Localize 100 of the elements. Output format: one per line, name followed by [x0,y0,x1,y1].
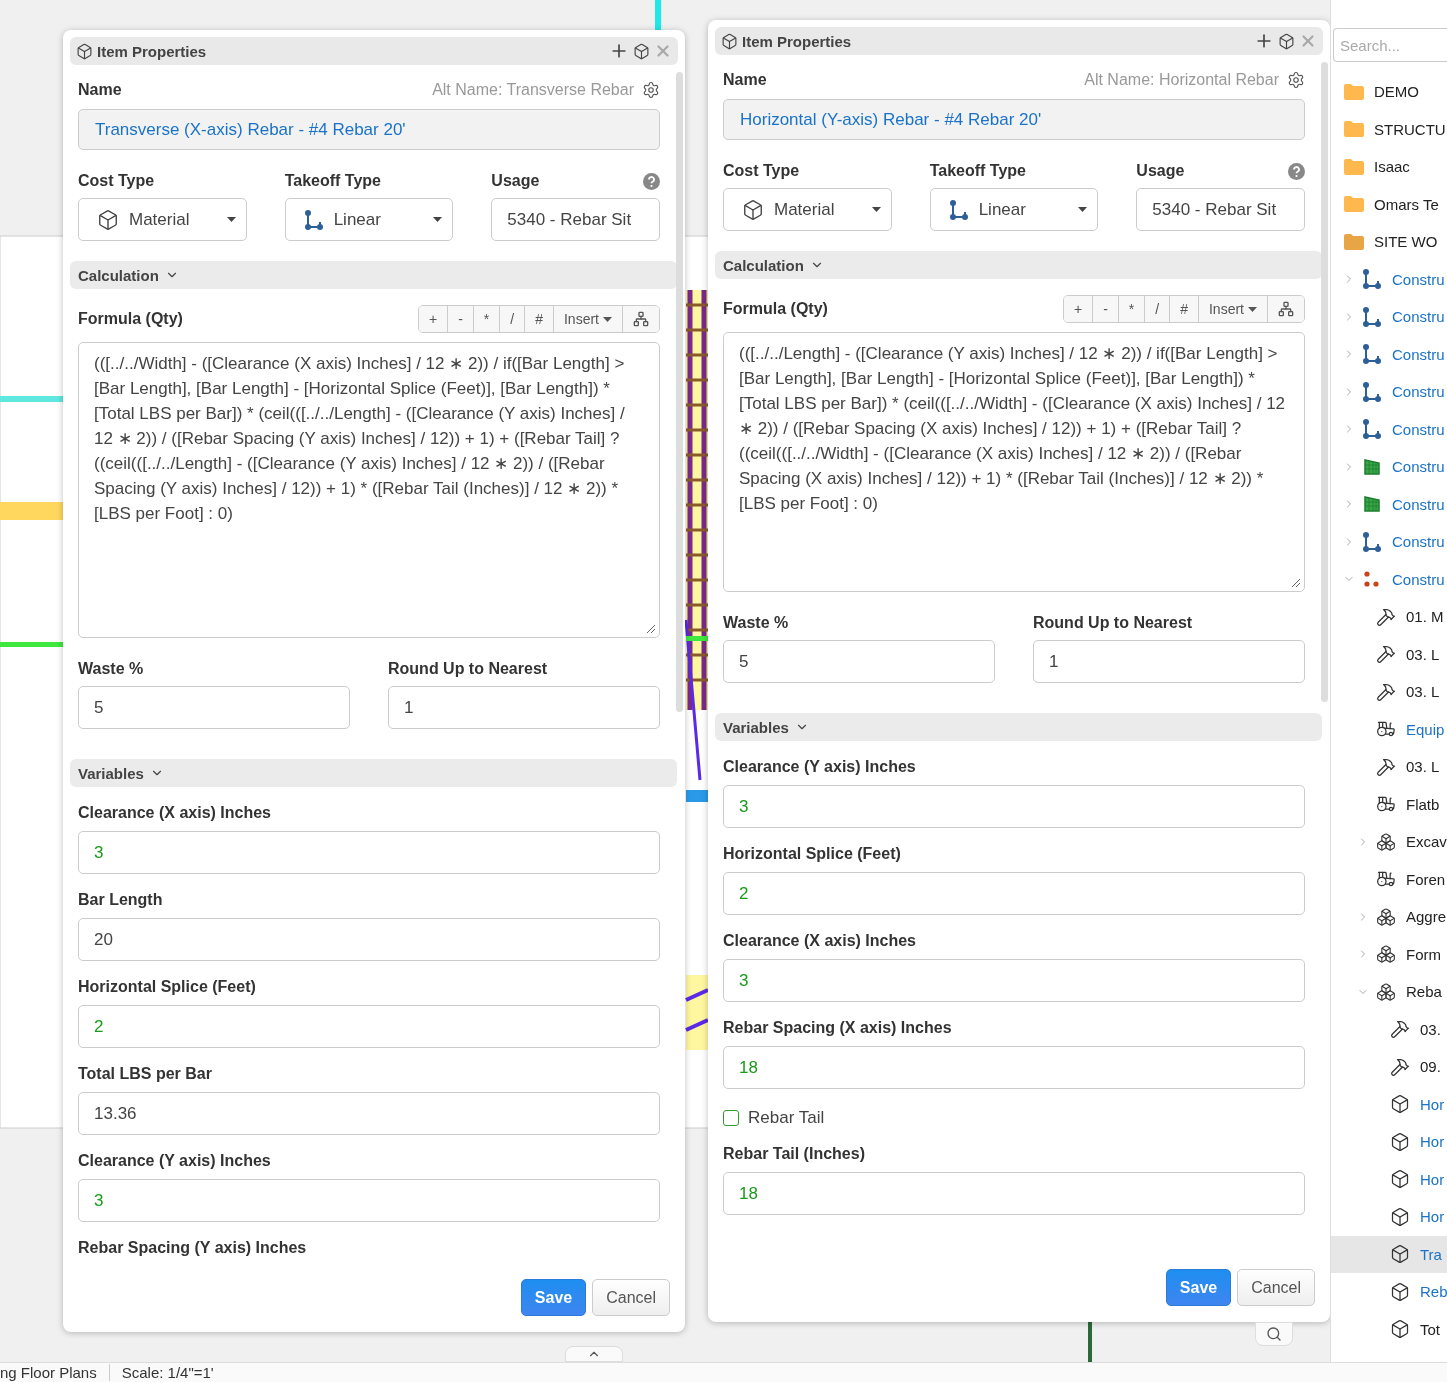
field-label: Takeoff Type [929,162,1027,180]
cost-type-dropdown[interactable]: Material [78,198,247,241]
variable-field[interactable]: 2 [723,872,1305,915]
tree-item-label: Hor [1420,1095,1445,1113]
variable-field[interactable]: 3 [78,1179,660,1222]
boxes-icon [1376,981,1396,1002]
scrollbar[interactable] [1321,62,1328,702]
folder-icon [1343,195,1365,214]
tree-item-label: Form [1406,945,1441,963]
field-label: Waste % [723,614,790,632]
alt-name-text: Alt Name: Horizontal Rebar [1084,71,1279,89]
expand-tab[interactable] [565,1346,623,1362]
hierarchy-button[interactable] [623,306,659,332]
status-text: Scale: 1/4"=1' [120,1364,215,1381]
round-up-field[interactable]: 1 [1033,640,1305,683]
linear-measure-icon [303,209,324,230]
search-button[interactable] [1255,1322,1293,1346]
hammer-icon [1376,756,1396,777]
section-header[interactable]: Calculation [715,251,1322,279]
section-header[interactable]: Variables [70,759,677,787]
insert-dropdown[interactable]: Insert [554,306,623,332]
checkbox[interactable] [723,1110,739,1126]
operator-button[interactable]: - [1093,296,1119,322]
folder-icon [1343,232,1365,251]
field-label: Rebar Spacing (X axis) Inches [723,1019,953,1037]
variable-field[interactable]: 3 [78,831,660,874]
usage-field[interactable]: 5340 - Rebar Sit [1136,188,1305,231]
section-header[interactable]: Calculation [70,261,677,289]
variable-field[interactable]: 3 [723,785,1305,828]
formula-field[interactable]: (([../../Length] - ([Clearance (Y axis) Inches] / 12 ∗ 2)) / if([Bar Length] > [Bar Length], [Bar Length] - [Horizontal Splice (Feet)], [Bar Length]) * [Total LBS per Bar]) * (ceil(([../../Width] - ([Clearance (X axis) Inches] / 12 ∗ 2)) / ([Rebar Spacing (X axis) Inches] / 12)) + 1) + ([Rebar Tail] ? ((ceil(([../../Width] - ([Clearance (X axis) Inches] / 12 ∗ 2)) / ([Rebar Spacing (X axis) Inches] / 12)) + 1) * ([Rebar Tail (Inches)] / 12 ∗ 2)) * [LBS per Foot] : 0) [723,332,1305,592]
waste-field[interactable]: 5 [723,640,995,683]
dropdown-caret-icon [226,217,236,222]
hierarchy-icon [633,311,649,327]
section-header[interactable]: Variables [715,713,1322,741]
cube-icon[interactable] [633,42,650,60]
cube-icon[interactable] [1278,32,1295,50]
takeoff-type-dropdown[interactable]: Linear [284,198,454,241]
help-icon[interactable] [1288,162,1305,180]
operator-button[interactable]: * [1118,296,1146,322]
round-up-field[interactable]: 1 [388,686,660,729]
variable-field[interactable]: 3 [723,959,1305,1002]
dropdown-caret-icon [871,207,881,212]
settings-icon[interactable] [642,81,660,99]
field-label: Usage [491,172,540,190]
save-button[interactable]: Save [520,1279,587,1316]
tree-item-label: DEMO [1374,83,1419,101]
operator-button[interactable]: + [419,306,449,332]
cancel-button[interactable]: Cancel [1237,1269,1315,1306]
usage-field[interactable]: 5340 - Rebar Sit [491,198,660,241]
operator-button[interactable]: / [500,306,526,332]
tree-item-label: Constru [1392,458,1445,476]
operator-button[interactable]: # [1170,296,1199,322]
cube-icon [1390,1094,1410,1115]
cube-icon [97,208,119,231]
field-label: Round Up to Nearest [1033,614,1194,632]
settings-icon[interactable] [1287,71,1305,89]
operator-button[interactable]: * [473,306,501,332]
variable-field[interactable]: 13.36 [78,1092,660,1135]
hierarchy-button[interactable] [1268,296,1304,322]
cancel-button[interactable]: Cancel [592,1279,670,1316]
cube-icon [721,32,738,50]
formula-field[interactable]: (([../../Width] - ([Clearance (X axis) Inches] / 12 ∗ 2)) / if([Bar Length] > [Bar Length], [Bar Length] - [Horizontal Splice (Feet)], [Bar Length]) * [Total LBS per Bar]) * (ceil(([../../Length] - ([Clearance (Y axis) Inches] / 12 ∗ 2)) / ([Rebar Spacing (Y axis) Inches] / 12)) + 1) + ([Rebar Tail] ? ((ceil(([../../Length] - ([Clearance (Y axis) Inches] / 12 ∗ 2)) / ([Rebar Spacing (Y axis) Inches] / 12)) + 1) * ([Rebar Tail (Inches)] / 12 ∗ 2)) * [LBS per Foot] : 0) [78,342,660,638]
tree-item-label: Foren [1406,870,1446,888]
search-icon [1266,1326,1282,1342]
waste-field[interactable]: 5 [78,686,350,729]
insert-dropdown[interactable]: Insert [1199,296,1268,322]
alt-name-text: Alt Name: Transverse Rebar [432,81,634,99]
variable-field[interactable]: 20 [78,918,660,961]
operator-button[interactable]: + [1064,296,1094,322]
tree-item[interactable]: Tra [1331,1235,1447,1273]
tree-item-label: Aggre [1406,908,1447,926]
variable-field[interactable]: 18 [723,1046,1305,1089]
name-field[interactable]: Transverse (X-axis) Rebar - #4 Rebar 20' [78,109,660,150]
operator-button[interactable]: # [525,306,554,332]
resize-grip-icon[interactable] [646,624,656,634]
boxes-icon [1376,831,1396,852]
variable-field[interactable]: 2 [78,1005,660,1048]
variable-field[interactable]: 18 [723,1172,1305,1215]
dropdown-caret-icon [1078,207,1088,212]
field-label: Cost Type [78,172,156,190]
cost-type-dropdown[interactable]: Material [723,188,892,231]
field-label: Name [78,81,122,99]
tree-item-label: Reb [1420,1283,1447,1301]
takeoff-type-dropdown[interactable]: Linear [929,188,1099,231]
area-grid-icon [1362,456,1382,477]
tree-item-label: Constru [1392,270,1445,288]
field-label: Rebar Spacing (Y axis) Inches [78,1239,308,1257]
operator-button[interactable]: / [1145,296,1171,322]
folder-icon [1343,120,1365,139]
resize-grip-icon[interactable] [1291,578,1301,588]
name-field[interactable]: Horizontal (Y-axis) Rebar - #4 Rebar 20' [723,99,1305,140]
cube-icon [1390,1281,1410,1302]
help-icon[interactable] [643,172,660,190]
save-button[interactable]: Save [1165,1269,1232,1306]
search-field[interactable]: Search... [1333,28,1447,62]
field-label: Rebar Tail (Inches) [723,1145,866,1163]
hammer-icon [1390,1056,1410,1077]
hammer-icon [1390,1019,1410,1040]
operator-button[interactable]: - [448,306,474,332]
scrollbar[interactable] [676,72,683,712]
